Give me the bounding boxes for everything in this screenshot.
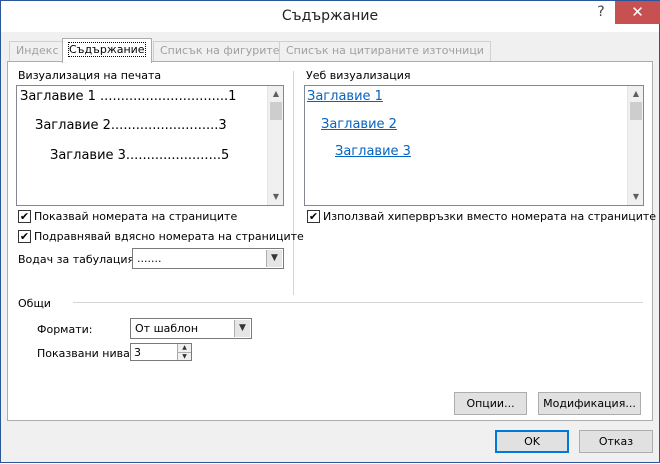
right-align-checkbox[interactable]: ✔ [18, 230, 31, 243]
toc-dialog: Съдържание ? ✕ Индекс Съдържание Списък … [0, 0, 660, 463]
scroll-up-icon[interactable]: ▲ [628, 86, 643, 102]
levels-stepper[interactable]: 3 ▲ ▼ [130, 343, 192, 361]
print-preview-box: Заглавие 1 .............................… [16, 85, 284, 206]
levels-value: 3 [134, 346, 141, 359]
web-preview-scrollbar[interactable]: ▲ ▼ [627, 86, 643, 205]
tab-leader-label: Водач за табулация: [18, 253, 138, 266]
tab-leader-value: ....... [137, 252, 162, 265]
levels-label: Показвани нива: [37, 347, 134, 360]
general-group-label: Общи [18, 297, 51, 310]
scroll-up-icon[interactable]: ▲ [268, 86, 283, 102]
web-preview-label: Уеб визуализация [306, 69, 411, 82]
spin-down-icon[interactable]: ▼ [177, 352, 191, 360]
scroll-thumb[interactable] [270, 102, 282, 120]
general-divider [73, 302, 643, 303]
use-hyperlinks-label[interactable]: Използвай хипервръзки вместо номерата на… [323, 210, 656, 223]
formats-label: Формати: [37, 323, 93, 336]
print-preview-scrollbar[interactable]: ▲ ▼ [267, 86, 283, 205]
web-preview-link-3[interactable]: Заглавие 3 [335, 144, 411, 159]
print-preview-label: Визуализация на печата [18, 69, 162, 82]
modify-button[interactable]: Модификация... [538, 392, 641, 415]
print-preview-line-1: Заглавие 1 .............................… [20, 89, 237, 104]
print-preview-line-3: Заглавие 3.......................5 [50, 148, 230, 163]
spin-up-icon[interactable]: ▲ [177, 344, 191, 352]
formats-value: От шаблон [135, 322, 199, 335]
web-preview-link-2[interactable]: Заглавие 2 [321, 117, 397, 132]
right-align-label[interactable]: Подравнявай вдясно номерата на страницит… [34, 230, 304, 243]
cancel-button[interactable]: Отказ [579, 430, 653, 453]
scroll-down-icon[interactable]: ▼ [628, 189, 643, 205]
web-preview-box: Заглавие 1 Заглавие 2 Заглавие 3 ▲ ▼ [304, 85, 644, 206]
chevron-down-icon[interactable]: ▼ [234, 320, 250, 337]
column-divider [293, 71, 294, 295]
scroll-down-icon[interactable]: ▼ [268, 189, 283, 205]
print-preview-line-2: Заглавие 2..........................3 [35, 118, 227, 133]
chevron-down-icon[interactable]: ▼ [266, 250, 282, 267]
tab-leader-select[interactable]: ....... ▼ [132, 248, 284, 269]
ok-button[interactable]: OK [495, 430, 569, 453]
scroll-thumb[interactable] [630, 102, 642, 120]
web-preview-link-1[interactable]: Заглавие 1 [307, 89, 383, 104]
options-button[interactable]: Опции... [454, 392, 527, 415]
formats-select[interactable]: От шаблон ▼ [130, 318, 252, 339]
show-page-numbers-label[interactable]: Показвай номерата на страниците [34, 210, 237, 223]
use-hyperlinks-checkbox[interactable]: ✔ [307, 210, 320, 223]
show-page-numbers-checkbox[interactable]: ✔ [18, 210, 31, 223]
